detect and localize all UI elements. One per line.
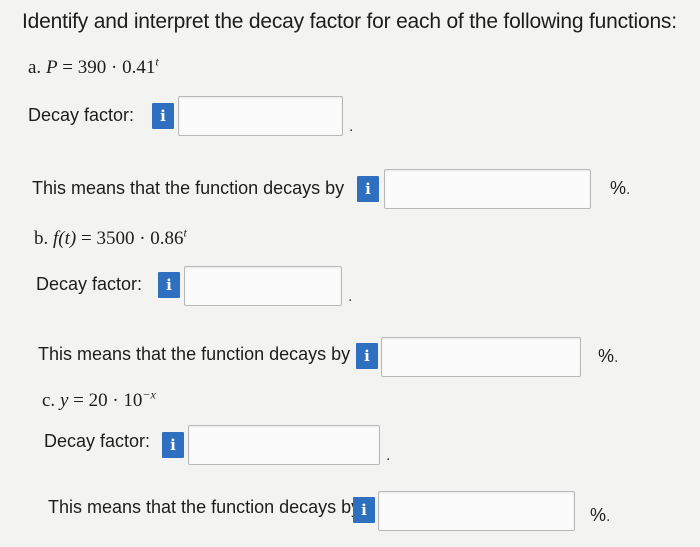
percent-period: .	[606, 508, 611, 525]
part-letter: a.	[28, 57, 42, 78]
decay-percent-input-c[interactable]	[378, 491, 575, 531]
equation-exponent: t	[155, 54, 159, 69]
equation-base: 10	[123, 390, 143, 411]
decays-by-label-b: This means that the function decays by	[38, 344, 351, 364]
part-letter: b.	[34, 228, 49, 249]
percent-symbol: %	[598, 346, 615, 366]
multiply-dot: ·	[112, 390, 124, 411]
question-text: Identify and interpret the decay factor …	[22, 10, 677, 33]
info-icon[interactable]: i	[356, 343, 378, 369]
info-icon[interactable]: i	[152, 103, 174, 129]
equation-exponent: t	[183, 225, 187, 240]
equation-coefficient: 20	[88, 390, 108, 411]
multiply-dot: ·	[139, 228, 151, 249]
decay-factor-period-c: .	[386, 447, 391, 464]
equation-base: 0.41	[122, 57, 156, 78]
decay-factor-period-a: .	[349, 118, 354, 135]
equation-b: b. f(t) = 3500 · 0.86t	[34, 225, 187, 250]
equation-coefficient: 3500	[96, 228, 135, 249]
equation-base: 0.86	[150, 228, 184, 249]
decays-by-label-a: This means that the function decays by	[32, 178, 345, 198]
decay-factor-input-a[interactable]	[178, 96, 343, 136]
info-icon[interactable]: i	[162, 432, 184, 458]
decay-factor-input-c[interactable]	[188, 425, 380, 465]
equation-lhs: P	[45, 57, 58, 78]
multiply-dot: ·	[111, 57, 123, 78]
info-icon[interactable]: i	[353, 497, 375, 523]
decays-by-label-c: This means that the function decays by	[48, 497, 361, 517]
equals-sign: =	[73, 390, 89, 411]
percent-symbol: %	[590, 505, 607, 525]
percent-period: .	[626, 181, 631, 198]
percent-sign-b: %.	[598, 346, 618, 367]
decay-percent-input-a[interactable]	[384, 169, 591, 209]
decay-factor-label-b: Decay factor:	[36, 274, 143, 294]
part-letter: c.	[42, 390, 56, 411]
decay-factor-period-b: .	[348, 288, 353, 305]
decay-factor-label-a: Decay factor:	[28, 105, 135, 125]
equation-lhs: f(t)	[53, 228, 77, 249]
decay-factor-input-b[interactable]	[184, 266, 342, 306]
percent-period: .	[614, 349, 619, 366]
decay-factor-label-c: Decay factor:	[44, 431, 151, 451]
equation-c: c. y = 20 · 10−x	[42, 387, 156, 412]
equals-sign: =	[62, 57, 78, 78]
percent-sign-a: %.	[610, 178, 630, 199]
info-icon[interactable]: i	[158, 272, 180, 298]
equation-coefficient: 390	[77, 57, 107, 78]
equation-a: a. P = 390 · 0.41t	[28, 54, 159, 79]
equation-exponent: −x	[142, 387, 156, 402]
info-icon[interactable]: i	[357, 176, 379, 202]
decay-percent-input-b[interactable]	[381, 337, 581, 377]
equation-lhs: y	[59, 390, 69, 411]
percent-symbol: %	[610, 178, 627, 198]
percent-sign-c: %.	[590, 505, 610, 526]
equals-sign: =	[80, 228, 97, 249]
